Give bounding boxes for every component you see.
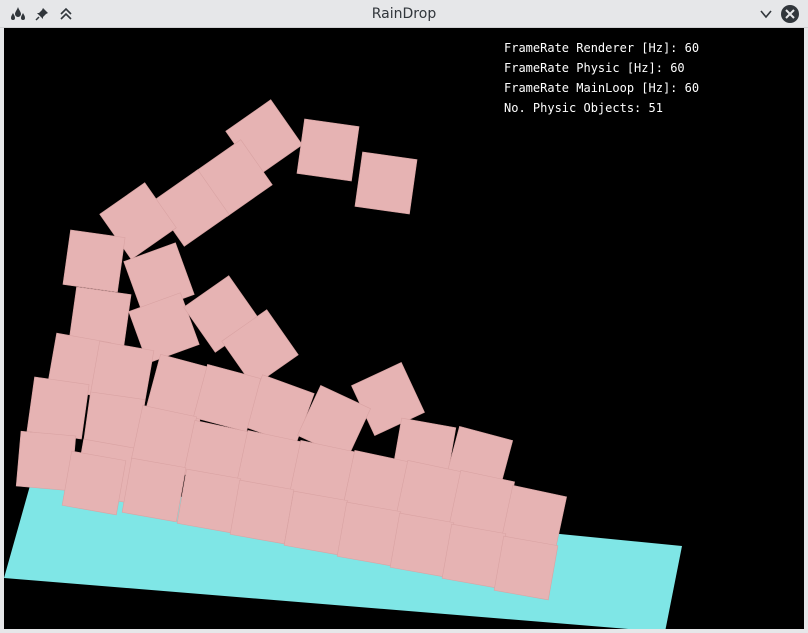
close-icon[interactable]	[780, 4, 800, 24]
physics-box	[62, 229, 126, 293]
stats-overlay: FrameRate Renderer [Hz]: 60 FrameRate Ph…	[504, 38, 699, 118]
physic-framerate: FrameRate Physic [Hz]: 60	[504, 61, 685, 75]
physic-objects-count: No. Physic Objects: 51	[504, 101, 663, 115]
title-bar[interactable]: RainDrop	[0, 0, 808, 28]
app-icon[interactable]	[8, 4, 28, 24]
simulation-viewport[interactable]: FrameRate Renderer [Hz]: 60 FrameRate Ph…	[4, 28, 804, 629]
window-frame-right	[804, 28, 808, 633]
physics-box	[176, 468, 242, 534]
physics-box	[61, 450, 127, 516]
physics-scene	[4, 99, 682, 629]
physics-box	[229, 479, 295, 545]
minimize-chevron-icon[interactable]	[756, 4, 776, 24]
physics-box	[283, 490, 349, 556]
pin-icon[interactable]	[32, 4, 52, 24]
physics-box	[26, 376, 90, 440]
physics-box	[354, 151, 418, 215]
renderer-framerate: FrameRate Renderer [Hz]: 60	[504, 41, 700, 55]
window-frame-bottom	[0, 629, 808, 633]
keep-above-icon[interactable]	[56, 4, 76, 24]
physics-box	[121, 457, 187, 523]
physics-box	[493, 535, 559, 601]
mainloop-framerate: FrameRate MainLoop [Hz]: 60	[504, 81, 700, 95]
window-title: RainDrop	[371, 6, 437, 22]
physics-box	[336, 501, 402, 567]
physics-box	[296, 118, 360, 182]
